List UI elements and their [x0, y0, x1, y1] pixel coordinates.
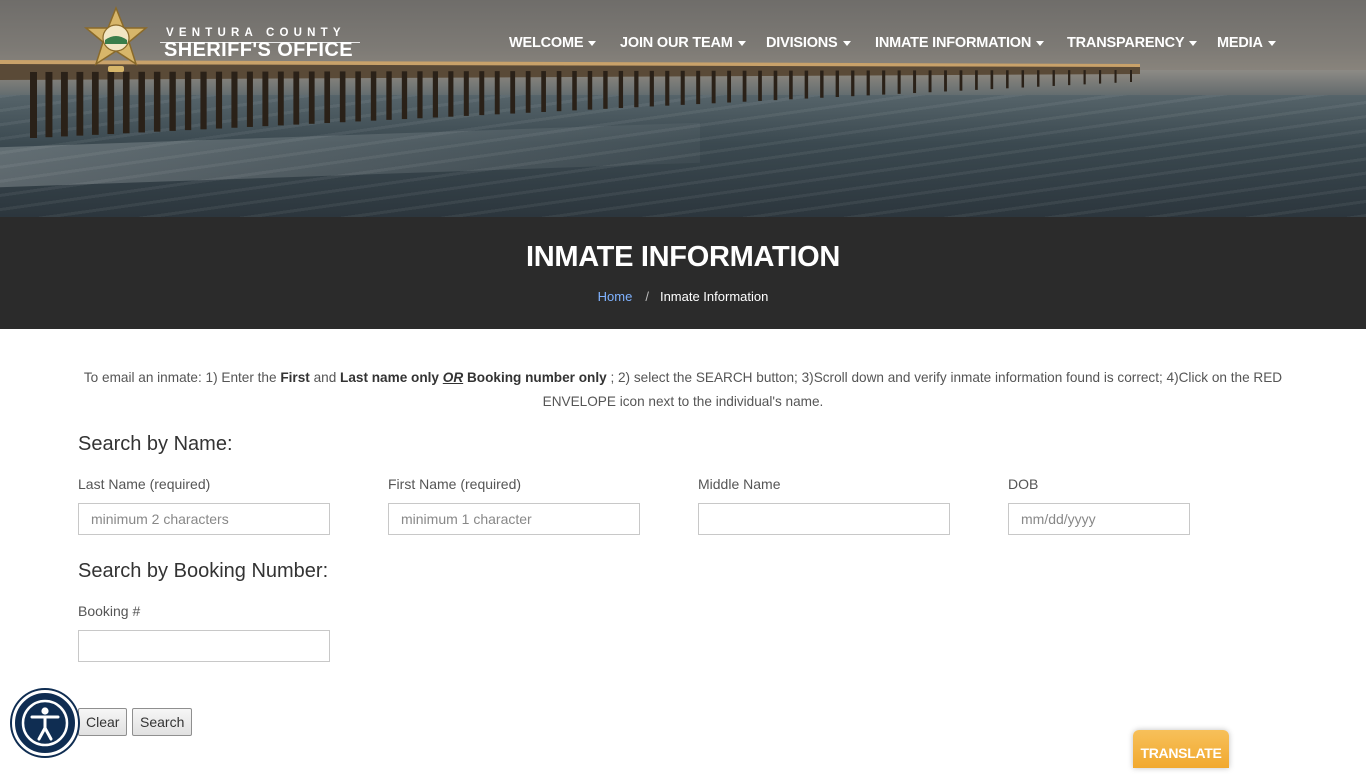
clear-button[interactable]: Clear	[78, 708, 128, 736]
instructions-last-name-only: Last name only	[340, 370, 439, 385]
caret-down-icon	[842, 40, 851, 46]
caret-down-icon	[1267, 40, 1276, 46]
nav-label: DIVISIONS	[766, 35, 838, 51]
instructions-text: To email an inmate: 1) Enter the	[83, 370, 281, 385]
first-name-label: First Name (required)	[388, 476, 522, 492]
dob-label: DOB	[1008, 476, 1039, 492]
nav-welcome[interactable]: WELCOME	[509, 35, 597, 51]
breadcrumb-separator: /	[645, 289, 649, 304]
search-by-booking-heading: Search by Booking Number:	[78, 560, 329, 582]
last-name-input[interactable]	[78, 503, 330, 535]
nav-divisions[interactable]: DIVISIONS	[766, 35, 851, 51]
nav-label: INMATE INFORMATION	[875, 35, 1032, 51]
accessibility-button[interactable]	[12, 690, 78, 756]
dob-input[interactable]	[1008, 503, 1190, 535]
nav-inmate-information[interactable]: INMATE INFORMATION	[875, 35, 1045, 51]
breadcrumb: Home / Inmate Information	[0, 289, 1366, 304]
sheriff-logo[interactable]: VENTURA COUNTY SHERIFF'S OFFICE	[82, 6, 372, 80]
first-name-input[interactable]	[388, 503, 640, 535]
breadcrumb-current: Inmate Information	[659, 289, 769, 304]
booking-number-input[interactable]	[78, 630, 330, 662]
instructions-and: and	[309, 370, 341, 385]
caret-down-icon	[588, 40, 597, 46]
search-button[interactable]: Search	[132, 708, 193, 736]
instructions-steps: ; 2) select the SEARCH button; 3)Scroll …	[542, 370, 1283, 409]
breadcrumb-home-link[interactable]: Home	[598, 289, 633, 304]
caret-down-icon	[1036, 40, 1045, 46]
instructions-booking-number-only: Booking number only	[466, 370, 607, 385]
nav-media[interactable]: MEDIA	[1217, 35, 1276, 51]
instructions-or: OR	[442, 370, 464, 385]
booking-number-label: Booking #	[78, 603, 141, 619]
nav-label: TRANSPARENCY	[1067, 35, 1185, 51]
sheriff-star-badge-icon	[83, 6, 149, 72]
email-instructions: To email an inmate: 1) Enter the First a…	[78, 366, 1288, 414]
nav-join-our-team[interactable]: JOIN OUR TEAM	[620, 35, 746, 51]
last-name-label: Last Name (required)	[78, 476, 211, 492]
nav-transparency[interactable]: TRANSPARENCY	[1067, 35, 1198, 51]
instructions-first: First	[280, 370, 310, 385]
logo-office-text: SHERIFF'S OFFICE	[164, 39, 353, 61]
nav-label: WELCOME	[509, 35, 584, 51]
accessibility-icon	[21, 699, 69, 747]
logo-county-text: VENTURA COUNTY	[166, 27, 346, 39]
caret-down-icon	[1189, 40, 1198, 46]
nav-label: MEDIA	[1217, 35, 1263, 51]
translate-button[interactable]: TRANSLATE	[1133, 730, 1229, 768]
caret-down-icon	[737, 40, 746, 46]
nav-label: JOIN OUR TEAM	[620, 35, 733, 51]
page-title: INMATE INFORMATION	[525, 241, 841, 273]
middle-name-input[interactable]	[698, 503, 950, 535]
middle-name-label: Middle Name	[698, 476, 781, 492]
search-by-name-heading: Search by Name:	[78, 433, 233, 455]
